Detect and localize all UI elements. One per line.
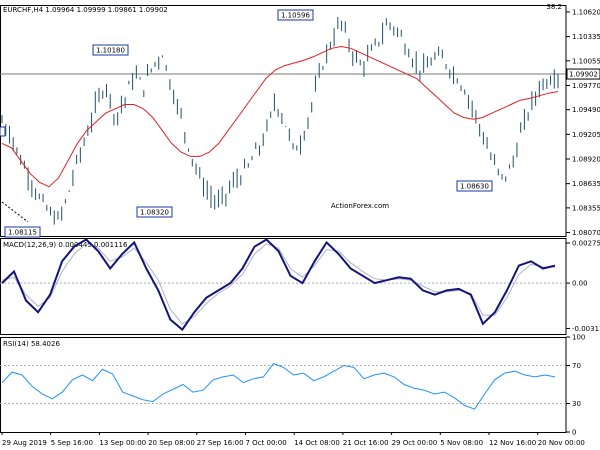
edge-marker-box (0, 126, 6, 137)
macd-title: MACD(12,26,9) 0.000449 0.001116 (3, 241, 128, 249)
annotation-label: 1.08320 (140, 209, 169, 217)
x-axis-label: 20 Sep 08:00 (148, 439, 195, 447)
price-tick-label: 1.08355 (572, 204, 600, 212)
moving-average-line (1, 45, 559, 188)
macd-line (1, 238, 556, 332)
price-tick-label: 1.08920 (572, 156, 600, 164)
chart-stage: 1.10620 1.10335 1.10055 1.09770 1.09490 1.092… (0, 0, 600, 450)
x-axis-label: 12 Nov 16:00 (489, 439, 536, 447)
price-chart-title: EURCHF,H4 1.09964 1.09999 1.09861 1.0990… (3, 6, 168, 14)
rsi-panel-frame (0, 337, 567, 433)
price-tick-label: 1.09770 (572, 82, 600, 90)
rsi-tick-label: 70 (572, 362, 581, 370)
rsi-title: RSI(14) 58.4026 (3, 340, 60, 348)
annotation-label: 1.08630 (460, 183, 489, 191)
price-panel-frame (0, 5, 567, 237)
x-axis-label: 21 Oct 16:00 (343, 439, 389, 447)
annotation-label: 1.08115 (8, 229, 37, 237)
x-axis-label: 5 Sep 16:00 (51, 439, 93, 447)
price-tick-label: 1.10335 (572, 33, 600, 41)
x-axis-label: 20 Nov 00:00 (538, 439, 585, 447)
rsi-line (1, 362, 556, 410)
watermark: ActionForex.com (331, 202, 389, 210)
price-tick-label: 1.10620 (572, 8, 600, 16)
macd-tick-label: 0.002754 (572, 240, 600, 248)
annotation-label: 1.10180 (96, 47, 125, 55)
current-price-tag: 1.09902 (569, 71, 598, 79)
x-axis-label: 5 Nov 08:00 (440, 439, 483, 447)
price-tick-label: 1.09490 (572, 106, 600, 114)
annotation-label: 1.10596 (281, 12, 310, 20)
price-tick-label: 1.08070 (572, 229, 600, 237)
x-axis-label: 7 Oct 00:00 (246, 439, 287, 447)
price-tick-label: 1.09205 (572, 131, 600, 139)
price-tick-label: 1.10055 (572, 57, 600, 65)
x-axis-label: 13 Sep 00:00 (99, 439, 146, 447)
period-label: 38.2 (546, 3, 562, 11)
macd-tick-label: 0.00 (572, 280, 588, 288)
x-axis-label: 27 Sep 16:00 (197, 439, 244, 447)
macd-tick-label: -0.003119 (572, 325, 600, 333)
rsi-tick-label: 0 (572, 429, 576, 437)
rsi-tick-label: 30 (572, 400, 581, 408)
chart-svg: 1.10620 1.10335 1.10055 1.09770 1.09490 1.092… (0, 3, 600, 447)
rsi-tick-label: 100 (572, 334, 585, 342)
price-tick-label: 1.08635 (572, 180, 600, 188)
x-axis-label: 29 Aug 2019 (2, 439, 47, 447)
x-axis-label: 14 Oct 08:00 (294, 439, 340, 447)
macd-signal-line (1, 243, 555, 325)
x-axis-label: 29 Oct 00:00 (392, 439, 438, 447)
trend-dash-line (1, 201, 29, 223)
